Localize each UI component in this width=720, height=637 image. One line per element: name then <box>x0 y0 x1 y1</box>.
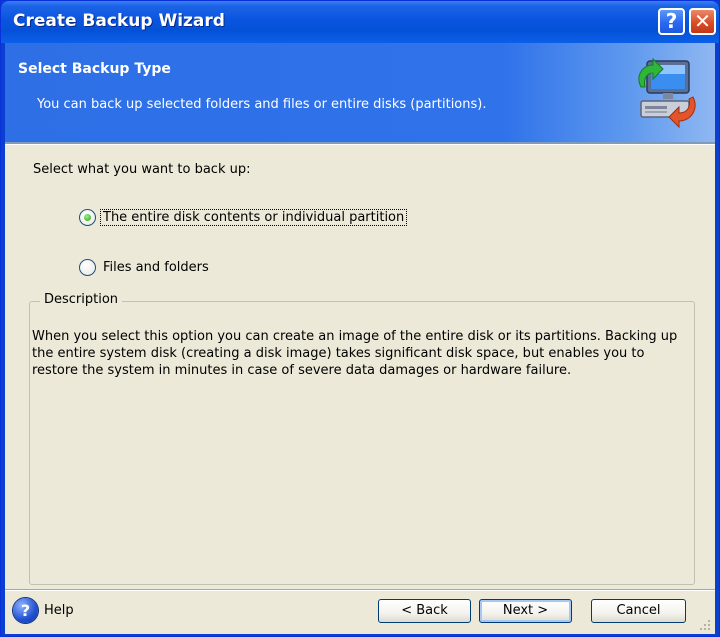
description-text: When you select this option you can crea… <box>32 329 678 378</box>
help-icon[interactable]: ? <box>13 598 38 623</box>
option-entire-disk[interactable]: The entire disk contents or individual p… <box>79 209 408 226</box>
wizard-body: Select Backup Type You can back up selec… <box>5 43 715 634</box>
footer-divider <box>5 589 715 591</box>
header-divider <box>5 142 715 145</box>
step-subtitle: You can back up selected folders and fil… <box>37 97 487 112</box>
description-group: Description When you select this option … <box>29 292 695 585</box>
close-button[interactable]: ✕ <box>689 8 716 35</box>
next-button[interactable]: Next > <box>479 599 572 623</box>
entire-disk-label[interactable]: The entire disk contents or individual p… <box>99 209 408 226</box>
help-question-button[interactable]: ? <box>658 8 685 35</box>
files-folders-radio[interactable] <box>79 259 96 276</box>
help-label[interactable]: Help <box>44 603 74 618</box>
back-button[interactable]: < Back <box>378 599 471 623</box>
step-title: Select Backup Type <box>18 61 171 77</box>
title-bar[interactable]: Create Backup Wizard ? ✕ <box>1 1 719 43</box>
resize-grip-icon[interactable] <box>699 619 711 631</box>
wizard-window: Create Backup Wizard ? ✕ Select Backup T… <box>0 0 720 637</box>
cancel-button[interactable]: Cancel <box>591 599 686 623</box>
computer-backup-icon <box>638 57 696 129</box>
option-files[interactable]: Files and folders <box>79 259 211 276</box>
window-title: Create Backup Wizard <box>13 11 225 31</box>
files-folders-label[interactable]: Files and folders <box>101 260 211 275</box>
description-legend: Description <box>40 292 123 307</box>
entire-disk-radio[interactable] <box>79 209 96 226</box>
wizard-header: Select Backup Type You can back up selec… <box>5 43 715 142</box>
backup-type-prompt: Select what you want to back up: <box>33 162 251 177</box>
help-link[interactable]: ? Help <box>13 598 74 623</box>
